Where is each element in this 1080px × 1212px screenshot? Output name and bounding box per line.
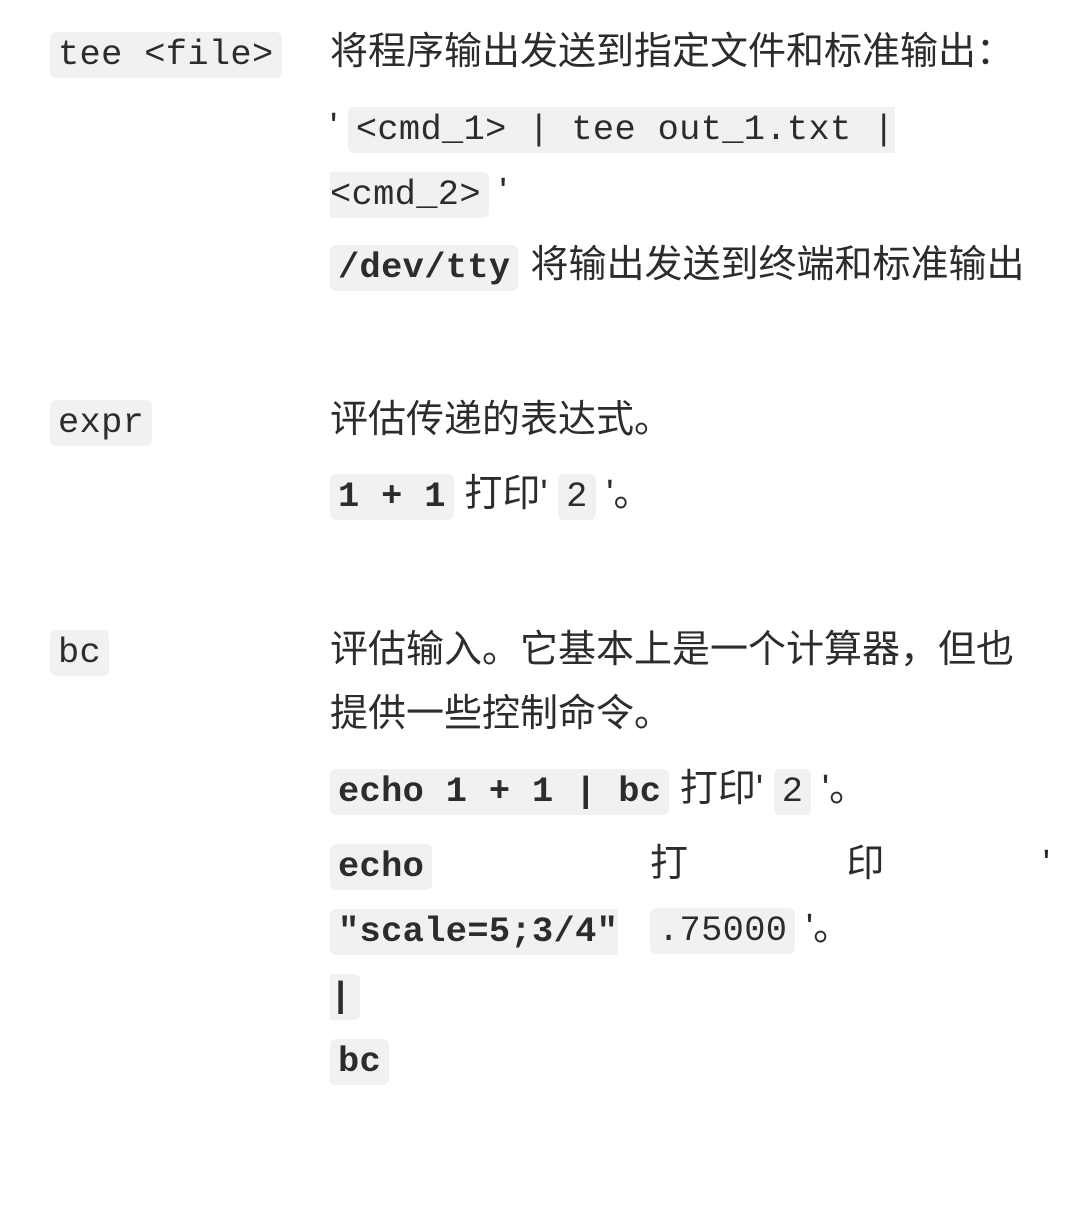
char-b: 印 xyxy=(846,832,884,897)
description-text: 评估输入。它基本上是一个计算器，但也提供一些控制命令。 xyxy=(330,618,1050,747)
term-cell: tee <file> xyxy=(50,20,330,85)
description-text: 将程序输出发送到指定文件和标准输出： xyxy=(330,20,1050,85)
sub-definition: /dev/tty 将输出发送到终端和标准输出 xyxy=(330,233,1050,298)
sub-term: /dev/tty xyxy=(330,233,518,298)
definition-row-expr: expr 评估传递的表达式。 1 + 1 打印' 2 '。 xyxy=(50,388,1050,528)
example-text-line2: .75000 '。 xyxy=(650,896,1050,961)
example-code: 1 + 1 xyxy=(330,474,454,520)
example-result: 2 xyxy=(774,769,812,815)
command-code: bc xyxy=(50,630,109,676)
term-cell: expr xyxy=(50,388,330,453)
example-block-1: echo 1 + 1 | bc 打印' 2 '。 xyxy=(330,757,1050,822)
example-code-line1: echo xyxy=(330,844,432,890)
term-cell: bc xyxy=(50,618,330,683)
example-tail: '。 xyxy=(806,907,851,949)
description-cell: 评估传递的表达式。 1 + 1 打印' 2 '。 xyxy=(330,388,1050,528)
example-text: 打印' xyxy=(464,473,547,515)
sub-term-code: /dev/tty xyxy=(330,245,518,291)
quote-close: ' xyxy=(499,171,506,213)
example-block: ' <cmd_1> | tee out_1.txt | <cmd_2> ' xyxy=(330,95,1050,225)
definition-row-tee: tee <file> 将程序输出发送到指定文件和标准输出： ' <cmd_1> … xyxy=(50,20,1050,298)
example-block-2: echo "scale=5;3/4" | bc 打 印 ' .75000 '。 xyxy=(330,832,1050,1092)
example-code: echo 1 + 1 | bc xyxy=(330,769,669,815)
description-cell: 将程序输出发送到指定文件和标准输出： ' <cmd_1> | tee out_1… xyxy=(330,20,1050,298)
example-block: 1 + 1 打印' 2 '。 xyxy=(330,462,1050,527)
example-code-line3: bc xyxy=(330,1039,389,1085)
example-tail: '。 xyxy=(606,473,651,515)
example-tail: '。 xyxy=(822,768,867,810)
example-result: .75000 xyxy=(650,908,795,954)
example-text: 打印' xyxy=(680,768,763,810)
example-code: <cmd_1> | tee out_1.txt | <cmd_2> xyxy=(330,107,895,218)
command-code: expr xyxy=(50,400,152,446)
command-code: tee <file> xyxy=(50,32,282,78)
quote-open: ' xyxy=(330,106,337,148)
char-quote: ' xyxy=(1043,832,1050,897)
char-a: 打 xyxy=(650,832,688,897)
description-text: 评估传递的表达式。 xyxy=(330,388,1050,453)
example-text-line1: 打 印 ' xyxy=(650,832,1050,897)
definition-row-bc: bc 评估输入。它基本上是一个计算器，但也提供一些控制命令。 echo 1 + … xyxy=(50,618,1050,1093)
example-result: 2 xyxy=(558,474,596,520)
example-code-line2: "scale=5;3/4" | xyxy=(330,909,618,1020)
sub-description: 将输出发送到终端和标准输出 xyxy=(530,233,1050,298)
description-cell: 评估输入。它基本上是一个计算器，但也提供一些控制命令。 echo 1 + 1 |… xyxy=(330,618,1050,1093)
